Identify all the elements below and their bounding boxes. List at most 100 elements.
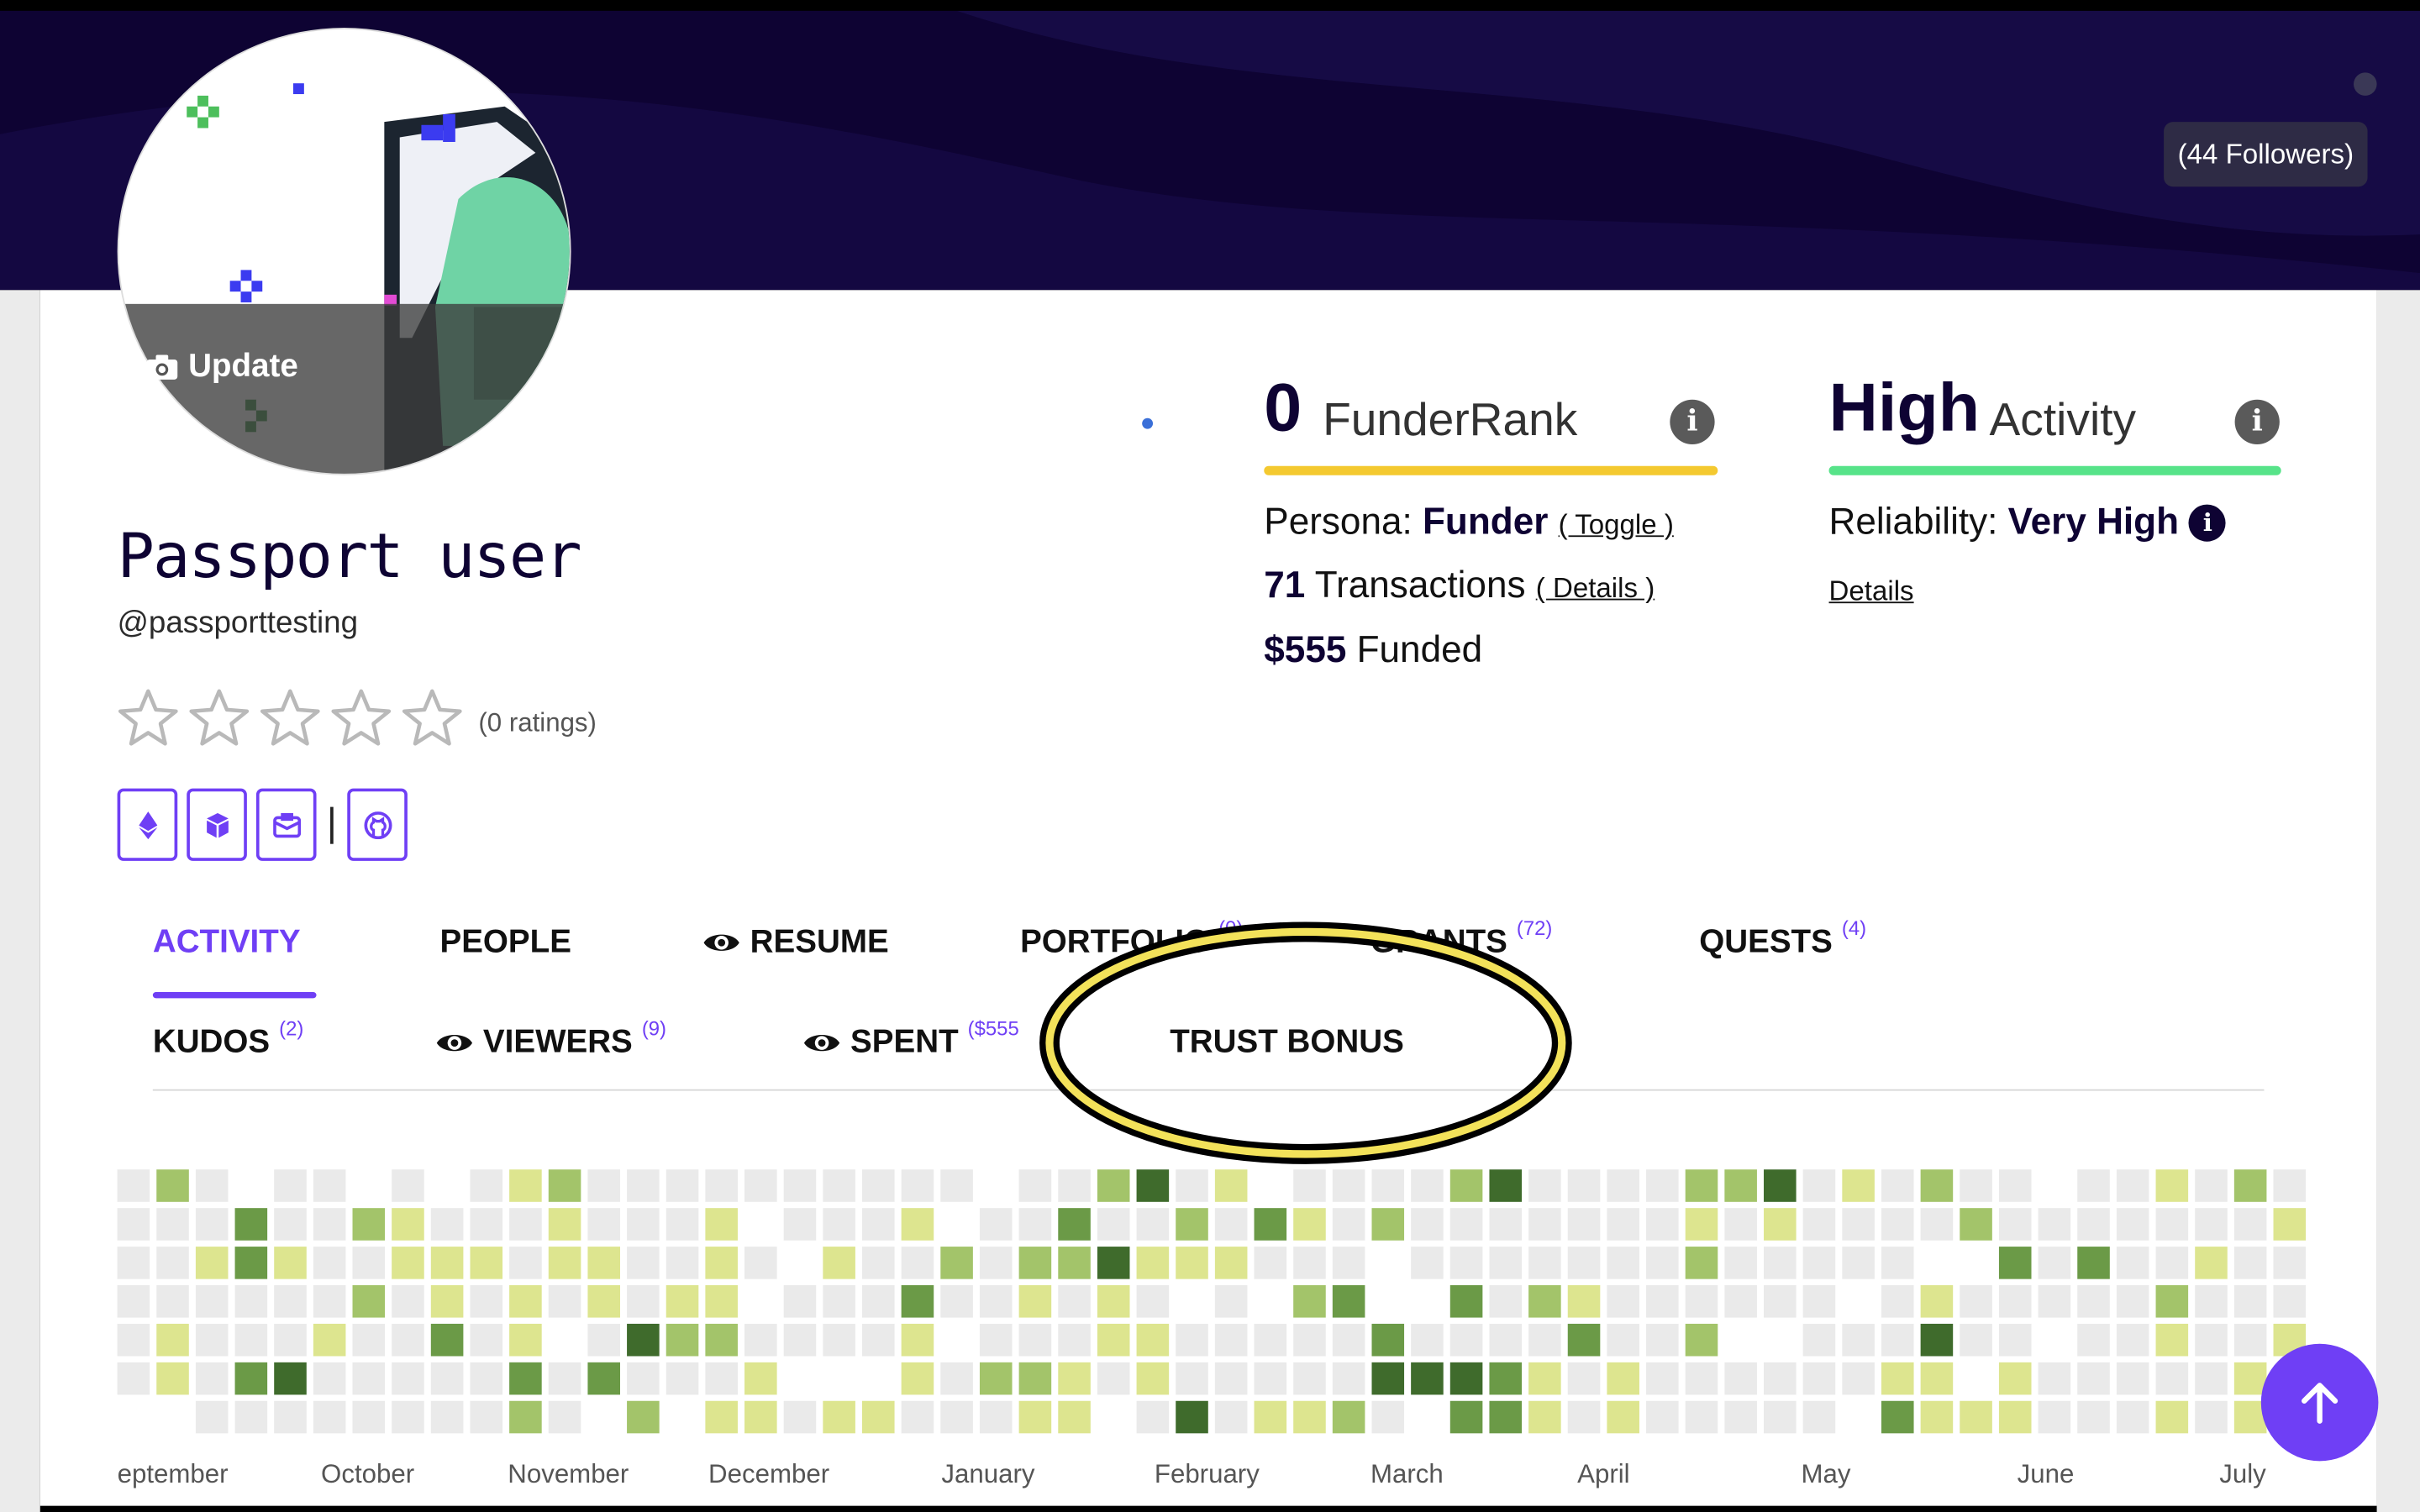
heatmap-cell [1293,1247,1326,1279]
heatmap-cell [1254,1362,1287,1395]
heatmap-cell [823,1323,855,1357]
heatmap-cell [783,1400,817,1434]
heatmap-cell [1449,1208,1483,1241]
heatmap-cell [1724,1285,1757,1318]
heatmap-cell [1685,1323,1718,1357]
heatmap-cell [1058,1400,1091,1434]
heatmap-cell [430,1285,464,1318]
heatmap-cell [1214,1208,1248,1241]
heatmap-cell [1607,1285,1639,1318]
heatmap-cell [1136,1362,1170,1395]
heatmap-cell [1136,1169,1170,1202]
heatmap-cell [1097,1169,1130,1202]
heatmap-cell [1371,1400,1405,1434]
heatmap-cell [1176,1323,1208,1357]
heatmap-cell [509,1169,542,1202]
heatmap-cell [548,1400,581,1434]
heatmap-cell [1881,1169,1914,1202]
heatmap-cell [1018,1400,1052,1434]
heatmap-cell [783,1208,817,1241]
heatmap-cell [1802,1285,1836,1318]
heatmap-cell [1567,1285,1601,1318]
heatmap-cell [1842,1362,1875,1395]
heatmap-cell [2116,1208,2149,1241]
heatmap-cell [1293,1285,1326,1318]
heatmap-cell [1411,1362,1444,1395]
heatmap-cell [587,1169,621,1202]
heatmap-cell [274,1169,307,1202]
heatmap-cell [509,1400,542,1434]
heatmap-cell [1489,1362,1523,1395]
heatmap-cell [2155,1169,2189,1202]
heatmap-cell [823,1169,855,1202]
heatmap-cell [509,1323,542,1357]
heatmap-cell [1528,1285,1561,1318]
heatmap-cell [548,1247,581,1279]
month-label: July [2219,1459,2266,1489]
heatmap-cell [901,1247,934,1279]
heatmap-cell [1371,1208,1405,1241]
heatmap-cell [979,1362,1013,1395]
heatmap-cell [1724,1400,1757,1434]
heatmap-cell [2038,1362,2071,1395]
heatmap-cell [274,1208,307,1241]
heatmap-cell [1920,1208,1954,1241]
scroll-to-top-button[interactable] [2260,1343,2379,1462]
heatmap-cell [1018,1323,1052,1357]
heatmap-cell [1449,1362,1483,1395]
heatmap-cell [901,1169,934,1202]
heatmap-cell [234,1208,268,1241]
heatmap-cell [1411,1247,1444,1279]
month-label: December [708,1459,830,1489]
heatmap-cell [548,1285,581,1318]
heatmap-cell [705,1285,738,1318]
heatmap-cell [1411,1323,1444,1357]
heatmap-cell [1724,1362,1757,1395]
heatmap-cell [666,1169,699,1202]
heatmap-cell [313,1362,346,1395]
heatmap-cell [1567,1247,1601,1279]
heatmap-cell [2195,1247,2228,1279]
heatmap-cell [2077,1400,2110,1434]
heatmap-cell [705,1208,738,1241]
heatmap-cell [1332,1362,1365,1395]
heatmap-cell [627,1208,660,1241]
heatmap-cell [587,1323,621,1357]
heatmap-cell [666,1247,699,1279]
heatmap-cell [783,1169,817,1202]
heatmap-cell [940,1400,973,1434]
heatmap-cell [1058,1208,1091,1241]
heatmap-cell [1528,1400,1561,1434]
heatmap-cell [587,1208,621,1241]
heatmap-cell [430,1400,464,1434]
heatmap-cell [1528,1208,1561,1241]
heatmap-cell [940,1247,973,1279]
heatmap-cell [392,1285,424,1318]
month-label: March [1370,1459,1444,1489]
heatmap-cell [587,1247,621,1279]
heatmap-cell [470,1247,503,1279]
heatmap-cell [783,1323,817,1357]
heatmap-cell [1058,1323,1091,1357]
heatmap-cell [470,1285,503,1318]
app-root: (44 Followers) Update Passport user @pas… [0,0,2420,1512]
heatmap-cell [1528,1323,1561,1357]
heatmap-cell [392,1247,424,1279]
heatmap-cell [1842,1247,1875,1279]
heatmap-cell [2077,1323,2110,1357]
heatmap-cell [1567,1400,1601,1434]
heatmap-cell [1097,1208,1130,1241]
heatmap-cell [1607,1169,1639,1202]
heatmap-cell [1646,1247,1679,1279]
heatmap-cell [470,1208,503,1241]
heatmap-cell [705,1247,738,1279]
heatmap-cell [744,1247,777,1279]
heatmap-cell [2233,1208,2267,1241]
heatmap-cell [1881,1323,1914,1357]
heatmap-cell [705,1400,738,1434]
heatmap-cell [979,1208,1013,1241]
heatmap-cell [1449,1169,1483,1202]
heatmap-cell [1058,1169,1091,1202]
month-label: May [1801,1459,1851,1489]
heatmap-cell [392,1400,424,1434]
